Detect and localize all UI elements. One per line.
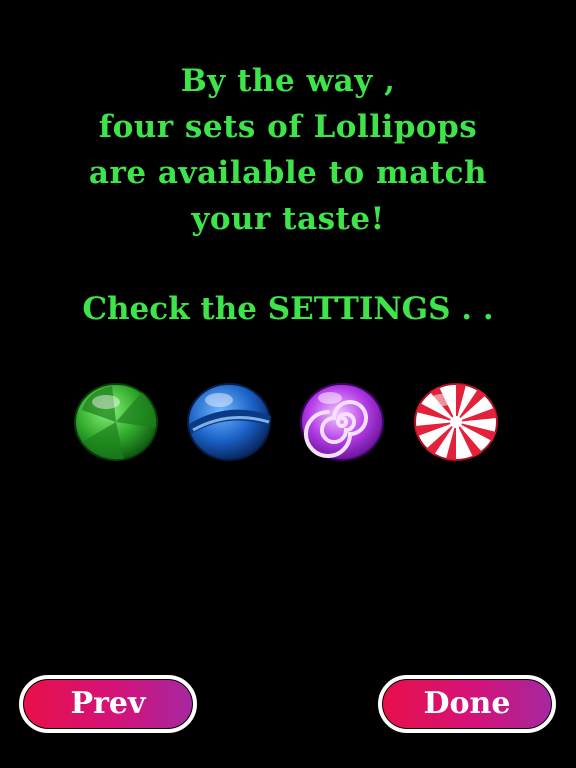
red-lollipop-icon (412, 380, 500, 464)
intro-line-4: your taste! (191, 201, 385, 237)
prev-button[interactable]: Prev (19, 675, 197, 733)
settings-hint: Check the SETTINGS . . (82, 291, 494, 327)
lollipop-sets (0, 380, 576, 470)
intro-line-1: By the way , (180, 63, 396, 99)
green-lollipop-icon (72, 380, 160, 464)
intro-line-3: are available to match (88, 155, 488, 191)
done-button[interactable]: Done (378, 675, 556, 733)
intro-message: By the way , four sets of Lollipops are … (0, 58, 576, 242)
intro-line-2: four sets of Lollipops (98, 109, 478, 145)
blue-lollipop-icon (185, 380, 273, 464)
purple-lollipop-icon (298, 380, 386, 464)
